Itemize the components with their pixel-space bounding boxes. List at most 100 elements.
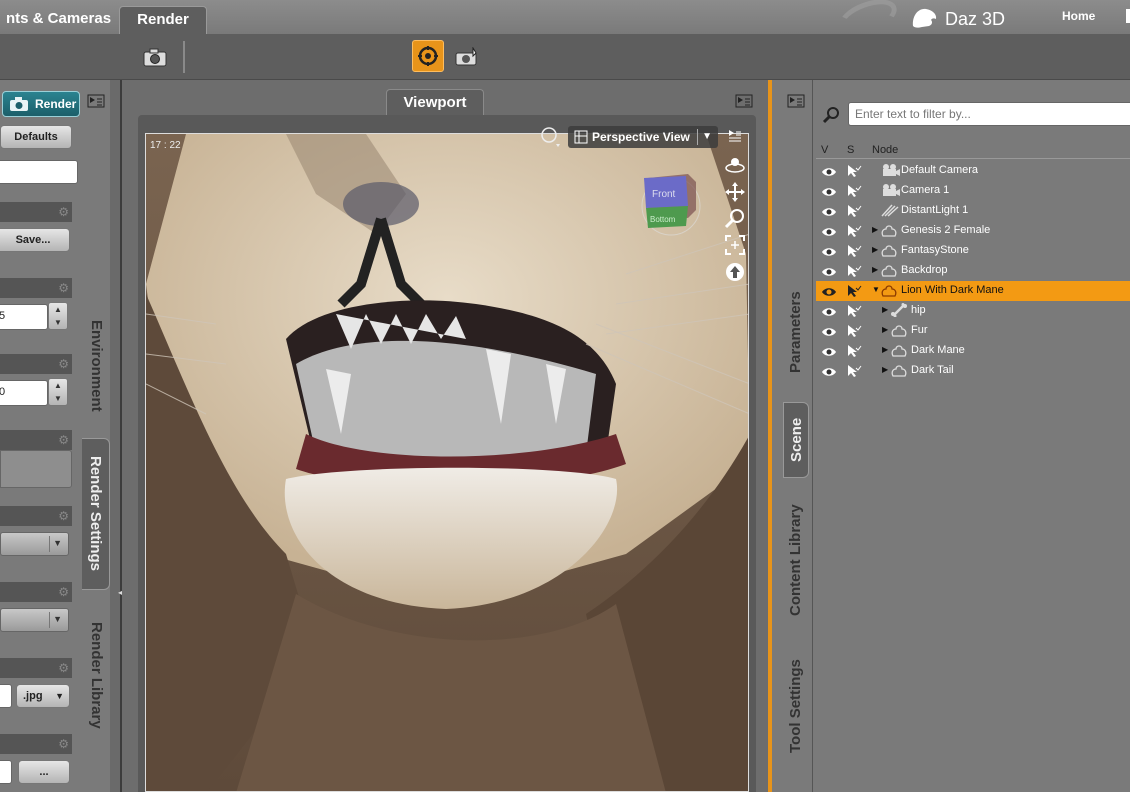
gear-icon[interactable]: ⚙ [58,433,69,447]
gear-icon[interactable]: ⚙ [58,737,69,751]
orbit-icon [725,158,745,173]
aux-viewport-toggle[interactable] [540,126,562,153]
bone-icon [890,303,908,322]
tab-render[interactable]: Render [119,6,207,34]
section-header-strip: ⚙ [0,582,72,602]
render-dropdown[interactable]: ▼ [0,532,69,556]
filter-search-button[interactable] [822,106,840,129]
defaults-button[interactable]: Defaults [0,125,72,149]
scene-node-row[interactable]: ▶ Genesis 2 Female [816,221,1130,241]
view-cube[interactable]: Front Bottom [640,170,702,236]
scene-node-row[interactable]: ▶ Dark Mane [816,341,1130,361]
gear-icon[interactable]: ⚙ [58,585,69,599]
number-field[interactable]: 0 [0,380,48,406]
scene-node-label: FantasyStone [901,244,969,256]
tab-render-library[interactable]: Render Library [82,610,110,740]
column-node[interactable]: Node [872,144,898,156]
figure-icon [880,243,898,262]
column-visible[interactable]: V [821,144,828,156]
pan-control[interactable] [724,181,746,203]
selectable-arrow-icon[interactable] [846,364,862,383]
right-panel-menu-button[interactable] [787,93,805,114]
section-header-strip: ⚙ [0,734,72,754]
dropdown-divider [697,129,698,145]
dropdown-divider [49,536,50,552]
expand-arrow-icon[interactable]: ▶ [872,245,878,254]
section-header-strip: ⚙ [0,278,72,298]
scene-node-row[interactable]: ▶ Fur [816,321,1130,341]
iray-preview-button[interactable] [412,40,444,72]
browse-button[interactable]: ... [18,760,70,784]
tab-environment[interactable]: Environment [82,312,110,420]
camera-preview-button[interactable] [452,42,482,72]
column-selectable[interactable]: S [847,144,854,156]
scene-node-label: Dark Tail [911,364,954,376]
orbit-control[interactable] [724,154,746,176]
scene-node-row[interactable]: Camera 1 [816,181,1130,201]
tab-tool-settings[interactable]: Tool Settings [783,646,809,766]
expand-arrow-icon[interactable]: ▶ [882,305,888,314]
scene-node-row[interactable]: ▶ FantasyStone [816,241,1130,261]
view-cube-icon: Front Bottom [641,174,701,236]
scene-node-label: Dark Mane [911,344,965,356]
render-dropdown[interactable]: ▼ [0,608,69,632]
gear-icon[interactable]: ⚙ [58,205,69,219]
scene-node-row[interactable]: ▶ Backdrop [816,261,1130,281]
number-stepper[interactable]: ▲ ▼ [48,378,68,406]
reset-view-control[interactable] [724,261,746,283]
camera-icon [143,48,167,67]
scene-node-label: Fur [911,324,928,336]
left-pane-splitter[interactable]: ◀ [110,80,124,792]
zoom-control[interactable] [724,207,746,229]
camera-icon [880,163,900,182]
partial-nav-link[interactable] [1126,9,1130,23]
tab-render-settings[interactable]: Render Settings [82,438,110,590]
brand-name: Daz 3D [945,9,1006,29]
panel-menu-icon [87,94,105,108]
tab-lights-cameras[interactable]: nts & Cameras [0,6,121,34]
section-header-strip: ⚙ [0,430,72,450]
scene-node-label: DistantLight 1 [901,204,969,216]
view-mode-dropdown[interactable]: Perspective View ▼ [568,126,718,148]
preview-swatch[interactable] [0,450,72,488]
path-field[interactable] [0,760,12,784]
home-link[interactable]: Home [1062,9,1095,23]
gear-icon[interactable]: ⚙ [58,509,69,523]
aux-view-icon [541,127,560,147]
scene-node-row[interactable]: ▼ Lion With Dark Mane [816,281,1130,301]
scene-node-row[interactable]: ▶ hip [816,301,1130,321]
gear-icon[interactable]: ⚙ [58,281,69,295]
panel-menu-button[interactable] [87,93,105,114]
scene-node-row[interactable]: Default Camera [816,161,1130,181]
collapse-arrow-icon[interactable]: ▼ [872,285,880,294]
viewport-panel-menu-button[interactable] [735,93,753,114]
tab-content-library[interactable]: Content Library [783,494,809,626]
scene-node-row[interactable]: DistantLight 1 [816,201,1130,221]
figure-icon [890,363,908,382]
eye-icon[interactable] [821,365,837,383]
tab-parameters[interactable]: Parameters [783,280,809,384]
gear-icon[interactable]: ⚙ [58,661,69,675]
scene-filter-input[interactable]: Enter text to filter by... [848,102,1130,126]
expand-arrow-icon[interactable]: ▶ [882,325,888,334]
expand-arrow-icon[interactable]: ▶ [882,345,888,354]
number-field[interactable]: 5 [0,304,48,330]
filename-field[interactable] [0,684,12,708]
number-stepper[interactable]: ▲ ▼ [48,302,68,330]
expand-arrow-icon[interactable]: ▶ [872,265,878,274]
render-name-field[interactable] [0,160,78,184]
grid-icon [574,130,588,144]
save-button[interactable]: Save... [0,228,70,252]
viewport-options-button[interactable] [726,128,744,149]
format-dropdown[interactable]: .jpg ▼ [16,684,70,708]
tab-scene[interactable]: Scene [783,402,809,478]
gear-icon[interactable]: ⚙ [58,357,69,371]
expand-arrow-icon[interactable]: ▶ [872,225,878,234]
light-icon [880,203,900,222]
search-icon [822,107,839,124]
frame-control[interactable] [724,234,746,256]
render-camera-button[interactable] [140,42,170,72]
scene-node-row[interactable]: ▶ Dark Tail [816,361,1130,381]
expand-arrow-icon[interactable]: ▶ [882,365,888,374]
render-button[interactable]: Render [2,91,80,117]
